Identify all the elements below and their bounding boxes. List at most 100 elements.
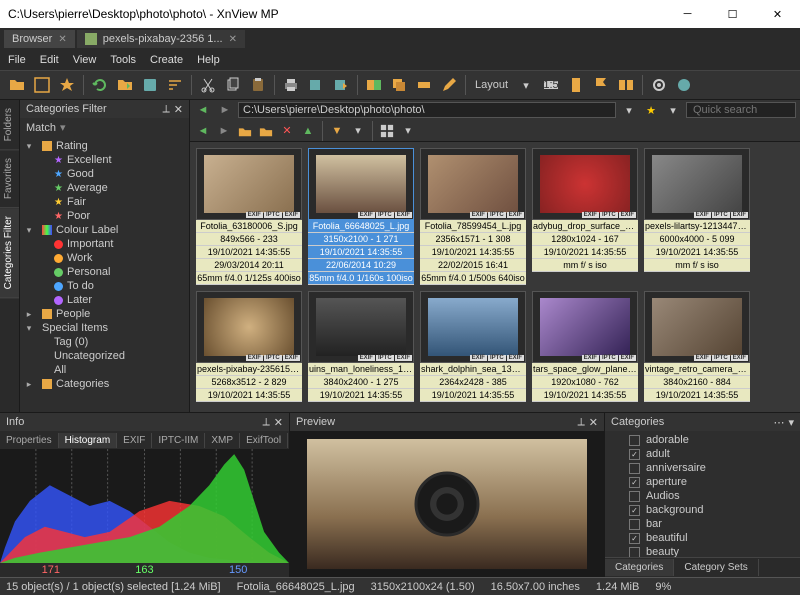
pin-icon[interactable]: ⟂ [577,416,584,429]
batch-button[interactable] [388,74,410,96]
compare-button[interactable] [615,74,637,96]
tree-item[interactable]: ▸People [24,307,185,321]
menu-file[interactable]: File [8,54,26,66]
match-dropdown[interactable]: Match ▾ [20,118,189,137]
up-button[interactable] [236,122,254,140]
view-mode-button[interactable] [378,122,396,140]
close-icon[interactable]: ✕ [229,34,237,45]
infotab-xmp[interactable]: XMP [205,433,240,448]
infotab-exif[interactable]: EXIF [117,433,152,448]
sidetab-categories-filter[interactable]: Categories Filter [0,208,19,298]
tree-item[interactable]: To do [24,279,185,293]
new-folder-button[interactable] [257,122,275,140]
dropdown-icon[interactable]: ▾ [788,416,794,429]
tree-item[interactable]: Important [24,237,185,251]
refresh-button[interactable] [89,74,111,96]
tree-item[interactable]: Uncategorized [24,349,185,363]
cattab-categories[interactable]: Categories [605,559,674,576]
rename-button[interactable] [413,74,435,96]
category-item[interactable]: ✓adult [609,447,796,461]
thumbnail[interactable]: EXIFIPTCEXIFFotolia_66648025_L.jpg3150x2… [308,148,414,285]
tab-image[interactable]: pexels-pixabay-2356 1...✕ [77,30,245,48]
tree-item[interactable]: Work [24,251,185,265]
category-item[interactable]: anniversaire [609,461,796,475]
tree-item[interactable]: All [24,363,185,377]
menu-view[interactable]: View [73,54,97,66]
minimize-button[interactable]: ─ [665,0,710,28]
browse-button[interactable] [114,74,136,96]
category-item[interactable]: bar [609,517,796,531]
tree-item[interactable]: Tag (0) [24,335,185,349]
thumbnail[interactable]: EXIFIPTCEXIFadybug_drop_surface_1062...1… [532,148,638,285]
pin-icon[interactable]: ⟂ [162,103,169,116]
sidetab-favorites[interactable]: Favorites [0,150,19,208]
category-item[interactable]: beauty [609,545,796,557]
tree-item[interactable]: ▾Special Items [24,321,185,335]
settings-button[interactable] [648,74,670,96]
category-item[interactable]: ✓aperture [609,475,796,489]
tag-button[interactable] [565,74,587,96]
forward-button[interactable]: ► [216,101,234,119]
cut-button[interactable] [197,74,219,96]
up-arrow-button[interactable]: ▲ [299,122,317,140]
back-button[interactable]: ◄ [194,101,212,119]
copy-button[interactable] [222,74,244,96]
fav-dropdown[interactable]: ▾ [664,101,682,119]
import-button[interactable] [139,74,161,96]
tree-item[interactable]: ★Poor [24,209,185,223]
open-button[interactable] [6,74,28,96]
search-input[interactable] [686,102,796,118]
menu-edit[interactable]: Edit [40,54,59,66]
forward-button[interactable]: ► [215,122,233,140]
flag-button[interactable] [590,74,612,96]
back-button[interactable]: ◄ [194,122,212,140]
close-icon[interactable]: ✕ [274,416,283,429]
close-button[interactable]: ✕ [755,0,800,28]
category-item[interactable]: adorable [609,433,796,447]
infotab-exiftool[interactable]: ExifTool [240,433,288,448]
thumbnail[interactable]: EXIFIPTCEXIFtars_space_glow_planet_99...… [532,291,638,402]
delete-button[interactable]: ✕ [278,122,296,140]
copy-to-button[interactable] [305,74,327,96]
filter-dropdown[interactable]: ▾ [349,122,367,140]
filter-button[interactable]: ▼ [328,122,346,140]
print-button[interactable] [280,74,302,96]
close-icon[interactable]: ✕ [589,416,598,429]
edit-button[interactable] [438,74,460,96]
sidetab-folders[interactable]: Folders [0,100,19,150]
maximize-button[interactable]: ☐ [710,0,755,28]
thumbnail[interactable]: EXIFIPTCEXIFpexels-lilartsy-1213447.jpg6… [644,148,750,285]
fullscreen-button[interactable] [31,74,53,96]
thumbnail[interactable]: EXIFIPTCEXIFFotolia_63180006_S.jpg849x56… [196,148,302,285]
infotab-iptc-iim[interactable]: IPTC-IIM [152,433,205,448]
infotab-properties[interactable]: Properties [0,433,59,448]
view-dropdown[interactable]: ▾ [399,122,417,140]
more-icon[interactable]: ⋯ [773,416,784,429]
thumbnail[interactable]: EXIFIPTCEXIFuins_man_loneliness_12427...… [308,291,414,402]
paste-button[interactable] [247,74,269,96]
thumbnail[interactable]: EXIFIPTCEXIFpexels-pixabay-235615.jpg526… [196,291,302,402]
sort-button[interactable] [164,74,186,96]
close-icon[interactable]: ✕ [58,34,66,45]
tab-browser[interactable]: Browser✕ [4,30,75,48]
tree-item[interactable]: ★Excellent [24,153,185,167]
about-button[interactable] [673,74,695,96]
tree-item[interactable]: ★Fair [24,195,185,209]
menu-help[interactable]: Help [197,54,220,66]
thumbnail-size-button[interactable]: 1:5 [540,74,562,96]
tree-item[interactable]: Later [24,293,185,307]
convert-button[interactable] [363,74,385,96]
layout-dropdown[interactable]: ▾ [515,74,537,96]
tree-item[interactable]: ★Good [24,167,185,181]
tree-item[interactable]: ★Average [24,181,185,195]
tree-item[interactable]: Personal [24,265,185,279]
address-field[interactable]: C:\Users\pierre\Desktop\photo\photo\ [238,102,616,118]
close-icon[interactable]: ✕ [174,103,183,116]
cattab-category-sets[interactable]: Category Sets [674,559,758,576]
category-item[interactable]: Audios [609,489,796,503]
tree-item[interactable]: ▾Rating [24,139,185,153]
thumbnail[interactable]: EXIFIPTCEXIFvintage_retro_camera_1265...… [644,291,750,402]
menu-create[interactable]: Create [150,54,183,66]
move-to-button[interactable] [330,74,352,96]
infotab-histogram[interactable]: Histogram [59,433,118,448]
